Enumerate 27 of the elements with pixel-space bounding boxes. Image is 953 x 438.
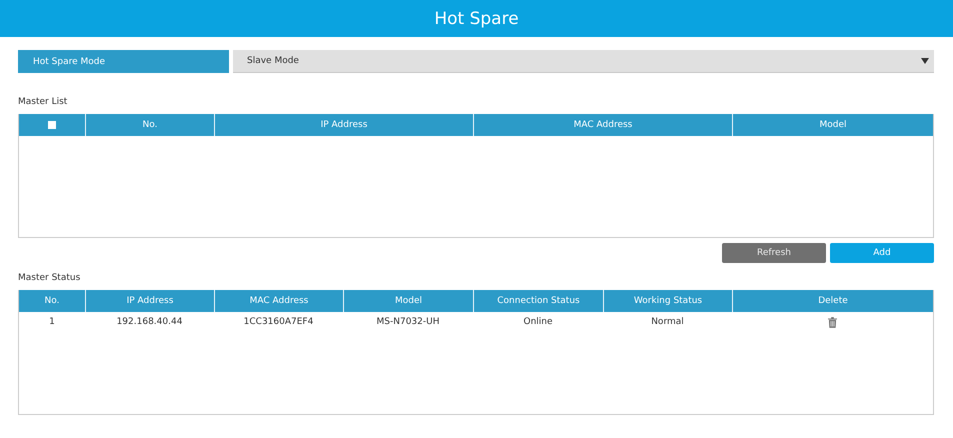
table-cell-text: Online bbox=[522, 316, 554, 329]
column-header: Model bbox=[732, 114, 933, 136]
column-header: Working Status bbox=[603, 290, 732, 312]
mode-label: Hot Spare Mode bbox=[18, 50, 229, 73]
caret-icon bbox=[921, 58, 929, 64]
table-cell-text: Normal bbox=[650, 316, 685, 329]
table-cell-text: MS-N7032-UH bbox=[376, 316, 440, 329]
section-title: Master List bbox=[18, 97, 68, 109]
column-header: Connection Status bbox=[473, 290, 603, 312]
column-header: IP Address bbox=[214, 114, 473, 136]
column-header: Model bbox=[343, 290, 473, 312]
page-title: Hot Spare bbox=[434, 8, 519, 28]
table-cell-text: 1CC3160A7EF4 bbox=[242, 316, 314, 329]
mode-dropdown[interactable]: Slave Mode bbox=[233, 50, 934, 73]
column-header: No. bbox=[85, 114, 214, 136]
column-header: MAC Address bbox=[214, 290, 343, 312]
column-header: MAC Address bbox=[473, 114, 732, 136]
table-cell-text: 1 bbox=[48, 316, 56, 329]
delete-icon[interactable] bbox=[828, 316, 837, 328]
checkbox[interactable] bbox=[48, 121, 56, 129]
column-header: Delete bbox=[732, 290, 933, 312]
column-header: No. bbox=[44, 295, 60, 308]
column-header: IP Address bbox=[85, 290, 214, 312]
section-title: Master Status bbox=[18, 273, 82, 285]
refresh-button[interactable]: Refresh bbox=[722, 243, 826, 263]
table-cell-text: 192.168.40.44 bbox=[116, 316, 184, 329]
add-button[interactable]: Add bbox=[830, 243, 934, 263]
